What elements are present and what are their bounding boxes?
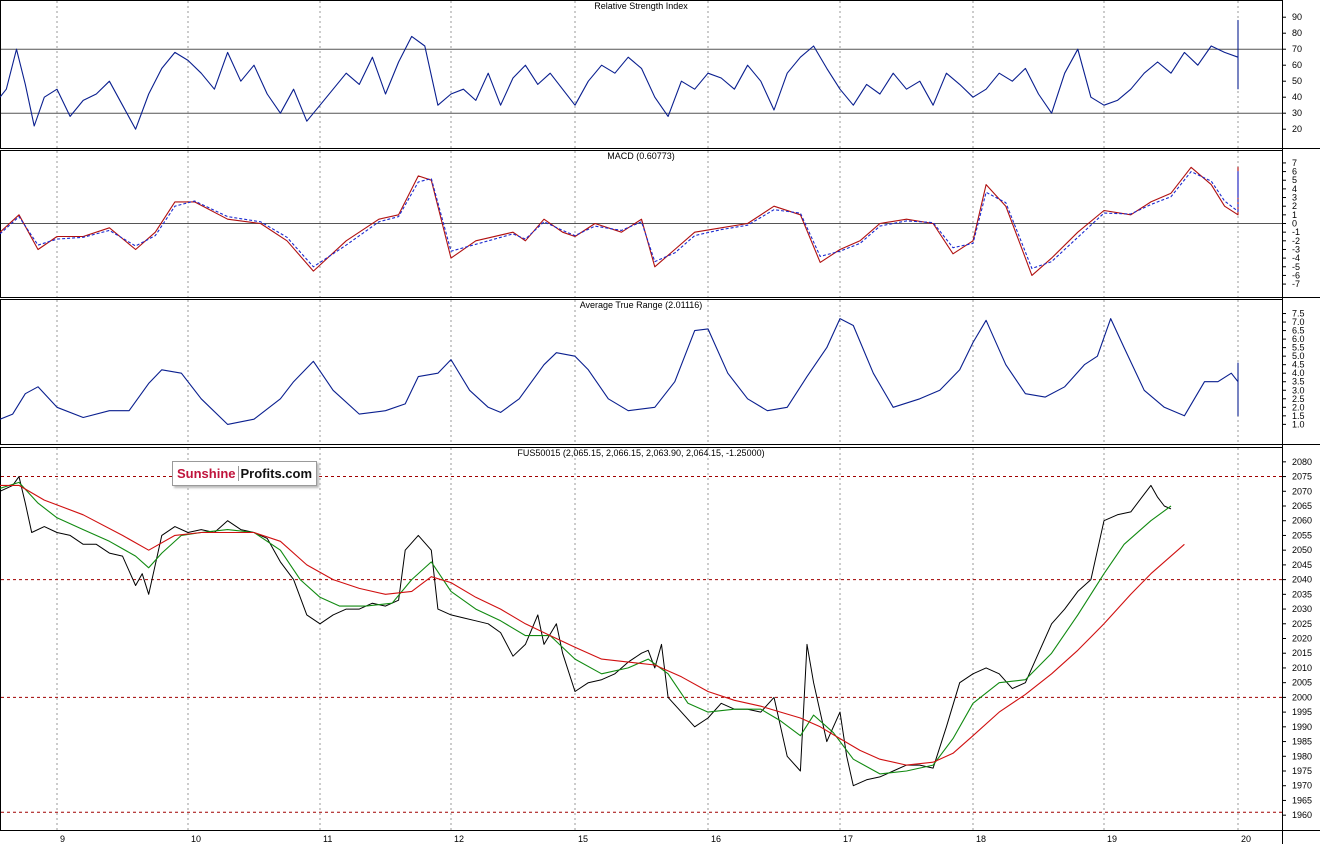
panel-title: MACD (0.60773) xyxy=(607,151,675,161)
y-tick-label: 30 xyxy=(1292,108,1302,118)
y-tick-label: 2015 xyxy=(1292,648,1312,658)
y-tick-label: 2075 xyxy=(1292,472,1312,482)
x-tick-label: 18 xyxy=(976,834,986,844)
y-tick-label: 1.0 xyxy=(1292,419,1305,429)
series-line-price xyxy=(0,476,1172,787)
y-tick-label: 2025 xyxy=(1292,619,1312,629)
y-tick-label: 1965 xyxy=(1292,795,1312,805)
panel-title: Average True Range (2.01116) xyxy=(580,300,703,310)
y-tick-label: 90 xyxy=(1292,12,1302,22)
y-tick-label: 50 xyxy=(1292,76,1302,86)
logo-part-1: Sunshine xyxy=(177,466,236,481)
y-tick-label: 1960 xyxy=(1292,810,1312,820)
panel-frame xyxy=(0,299,1283,445)
series-line-s0 xyxy=(0,166,1239,276)
y-tick-label: 2005 xyxy=(1292,678,1312,688)
chart-root: Relative Strength Index 90 80 70 60 50 40 30 20 M… xyxy=(0,0,1320,844)
chart-canvas: Relative Strength Index 90 80 70 60 50 40 30 20 M… xyxy=(0,0,1320,844)
y-tick-label: 1995 xyxy=(1292,707,1312,717)
y-tick-label: 2020 xyxy=(1292,634,1312,644)
x-tick-label: 12 xyxy=(454,834,464,844)
y-tick-label: 60 xyxy=(1292,60,1302,70)
y-tick-label: 70 xyxy=(1292,44,1302,54)
y-tick-label: 2000 xyxy=(1292,692,1312,702)
y-tick-label: 2060 xyxy=(1292,516,1312,526)
y-tick-label: -7 xyxy=(1292,279,1300,289)
panel-title: FUS50015 (2,065.15, 2,066.15, 2,063.90, … xyxy=(517,448,764,458)
y-tick-label: 2035 xyxy=(1292,589,1312,599)
x-tick-label: 16 xyxy=(711,834,721,844)
x-tick-label: 9 xyxy=(60,834,65,844)
y-tick-label: 80 xyxy=(1292,28,1302,38)
y-tick-label: 2010 xyxy=(1292,663,1312,673)
logo-part-2: Profits.com xyxy=(237,466,312,481)
x-tick-label: 15 xyxy=(578,834,588,844)
series-line-s1 xyxy=(0,171,1239,270)
series-line-ma-short xyxy=(0,481,1172,775)
y-tick-label: 2045 xyxy=(1292,560,1312,570)
y-tick-label: 2065 xyxy=(1292,501,1312,511)
panel-title: Relative Strength Index xyxy=(594,1,688,11)
y-tick-label: 2040 xyxy=(1292,575,1312,585)
panel-frame xyxy=(0,0,1283,149)
y-tick-label: 40 xyxy=(1292,92,1302,102)
series-line-s0 xyxy=(0,318,1239,425)
x-tick-label: 20 xyxy=(1241,834,1251,844)
y-tick-label: 2070 xyxy=(1292,486,1312,496)
x-tick-label: 19 xyxy=(1107,834,1117,844)
y-tick-label: 1975 xyxy=(1292,766,1312,776)
x-tick-label: 11 xyxy=(323,834,332,844)
y-tick-label: 1980 xyxy=(1292,751,1312,761)
sunshine-profits-logo: Sunshine Profits.com xyxy=(172,461,318,486)
y-tick-label: 2080 xyxy=(1292,457,1312,467)
y-tick-label: 2030 xyxy=(1292,604,1312,614)
y-tick-label: 1990 xyxy=(1292,722,1312,732)
panel-frame xyxy=(0,447,1283,831)
x-tick-label: 10 xyxy=(191,834,201,844)
y-tick-label: 2050 xyxy=(1292,545,1312,555)
y-tick-label: 1985 xyxy=(1292,737,1312,747)
y-tick-label: 20 xyxy=(1292,124,1302,134)
y-tick-label: 1970 xyxy=(1292,781,1312,791)
x-tick-label: 17 xyxy=(843,834,853,844)
y-tick-label: 2055 xyxy=(1292,530,1312,540)
